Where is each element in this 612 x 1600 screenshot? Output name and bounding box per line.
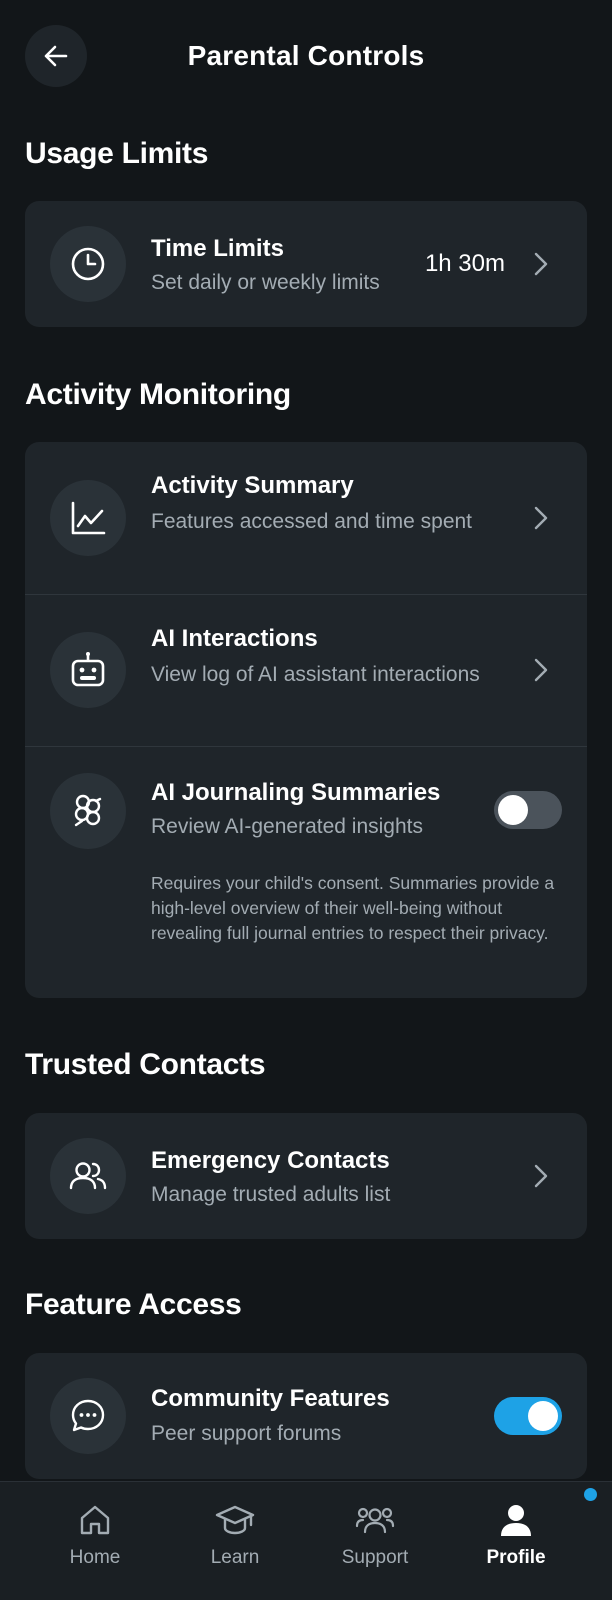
- ai-interactions-title: AI Interactions: [151, 625, 318, 652]
- activity-summary-row[interactable]: Activity Summary Features accessed and t…: [25, 442, 587, 594]
- activity-monitoring-card: Activity Summary Features accessed and t…: [25, 442, 587, 998]
- contacts-icon-badge: [50, 1138, 126, 1214]
- emergency-contacts-row[interactable]: Emergency Contacts Manage trusted adults…: [25, 1113, 587, 1239]
- emergency-contacts-title: Emergency Contacts: [151, 1147, 390, 1174]
- ai-journaling-subtitle: Review AI-generated insights: [151, 815, 423, 838]
- section-title-usage-limits: Usage Limits: [25, 137, 209, 170]
- nav-item-home[interactable]: Home: [35, 1482, 155, 1600]
- graduation-cap-icon: [215, 1505, 255, 1535]
- community-features-title: Community Features: [151, 1385, 390, 1412]
- home-icon: [80, 1505, 110, 1535]
- time-limits-title: Time Limits: [151, 235, 284, 262]
- bottom-nav: Home Learn Support Profile: [0, 1481, 612, 1600]
- line-chart-icon: [71, 501, 106, 535]
- emergency-contacts-subtitle: Manage trusted adults list: [151, 1183, 391, 1206]
- notification-dot: [584, 1488, 597, 1501]
- nav-label-learn: Learn: [210, 1547, 260, 1568]
- chevron-right-icon: [534, 658, 548, 682]
- section-title-activity-monitoring: Activity Monitoring: [25, 378, 291, 411]
- trusted-contacts-card: Emergency Contacts Manage trusted adults…: [25, 1113, 587, 1239]
- chevron-right-icon: [534, 252, 548, 276]
- ai-journaling-row: AI Journaling Summaries Review AI-genera…: [25, 746, 587, 998]
- feature-access-card: Community Features Peer support forums: [25, 1353, 587, 1479]
- time-limits-row[interactable]: Time Limits Set daily or weekly limits 1…: [25, 201, 587, 327]
- nav-label-support: Support: [341, 1547, 409, 1568]
- community-features-toggle[interactable]: [494, 1397, 562, 1435]
- clock-icon: [71, 247, 105, 281]
- community-features-subtitle: Peer support forums: [151, 1422, 342, 1445]
- users-icon: [69, 1162, 107, 1190]
- nav-label-home: Home: [69, 1547, 121, 1568]
- chat-bubble-icon: [71, 1399, 105, 1432]
- ai-interactions-row[interactable]: AI Interactions View log of AI assistant…: [25, 594, 587, 746]
- section-title-feature-access: Feature Access: [25, 1288, 242, 1321]
- activity-summary-subtitle: Features accessed and time spent: [151, 510, 473, 533]
- user-icon: [501, 1505, 531, 1536]
- nav-item-learn[interactable]: Learn: [175, 1482, 295, 1600]
- ai-journaling-title: AI Journaling Summaries: [151, 779, 441, 806]
- robot-icon: [71, 652, 105, 687]
- nav-item-support[interactable]: Support: [315, 1482, 435, 1600]
- chat-icon-badge: [50, 1378, 126, 1454]
- users-icon: [355, 1507, 395, 1534]
- ai-journaling-toggle[interactable]: [494, 791, 562, 829]
- ai-journaling-consent-note: Requires your child's consent. Summaries…: [151, 873, 555, 943]
- chevron-right-icon: [534, 506, 548, 530]
- clock-icon-badge: [50, 226, 126, 302]
- brain-icon: [74, 794, 102, 827]
- ai-interactions-subtitle: View log of AI assistant interactions: [151, 663, 480, 686]
- chevron-right-icon: [534, 1164, 548, 1188]
- toggle-knob: [528, 1401, 558, 1431]
- activity-summary-title: Activity Summary: [151, 472, 354, 499]
- header: Parental Controls: [0, 0, 612, 115]
- robot-icon-badge: [50, 632, 126, 708]
- toggle-knob: [498, 795, 528, 825]
- usage-limits-card: Time Limits Set daily or weekly limits 1…: [25, 201, 587, 327]
- time-limits-value: 1h 30m: [424, 250, 505, 277]
- community-features-row: Community Features Peer support forums: [25, 1353, 587, 1479]
- chart-icon-badge: [50, 480, 126, 556]
- section-title-trusted-contacts: Trusted Contacts: [25, 1048, 266, 1081]
- nav-label-profile: Profile: [486, 1547, 546, 1568]
- page-title: Parental Controls: [187, 40, 425, 71]
- brain-icon-badge: [50, 773, 126, 849]
- nav-item-profile[interactable]: Profile: [456, 1482, 576, 1600]
